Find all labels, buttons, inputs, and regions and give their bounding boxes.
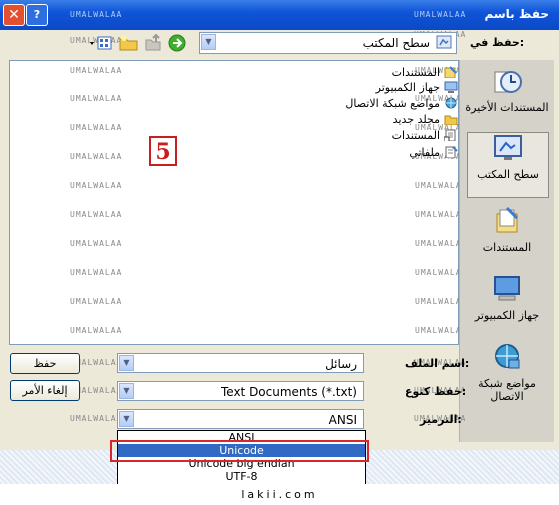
watermark: UMALWALAA: [70, 414, 123, 423]
watermark: UMALWALAA: [70, 181, 123, 190]
my-computer-icon: [494, 276, 520, 301]
save-in-value: سطح المكتب: [362, 36, 430, 50]
save-as-type-label: حفظ كنوع:: [405, 385, 467, 398]
footer-credit: lakii.com: [0, 484, 559, 505]
step-badge: 5: [149, 136, 177, 166]
place-my-documents[interactable]: المستندات: [460, 206, 554, 254]
desktop-icon: [436, 35, 452, 51]
watermark: UMALWALAA: [70, 94, 123, 103]
file-label: المستندات: [391, 129, 440, 142]
watermark: UMALWALAA: [70, 152, 123, 161]
list-item[interactable]: المستندات: [392, 129, 458, 142]
file-label: مواضع شبكة الاتصال: [345, 97, 440, 110]
place-label: مواضع شبكة الاتصال: [478, 377, 536, 403]
place-label: المستندات الأخيرة: [465, 101, 549, 114]
place-label: سطح المكتب: [477, 168, 539, 181]
file-list[interactable]: UMALWALAA UMALWALAA UMALWALAA UMALWALAA …: [9, 60, 466, 345]
watermark: UMALWALAA: [70, 268, 123, 277]
my-files-icon: [445, 146, 458, 158]
watermark: UMALWALAA: [414, 10, 467, 19]
list-item[interactable]: مواضع شبكة الاتصال: [345, 97, 458, 110]
file-label: ملفاتي: [409, 146, 440, 159]
watermark: UMALWALAA: [70, 326, 123, 335]
list-item[interactable]: المستندات: [392, 66, 458, 79]
watermark: UMALWALAA: [70, 123, 123, 132]
list-item[interactable]: مجلد جديد: [393, 113, 458, 126]
network-places-icon: [445, 97, 457, 109]
filename-label: اسم الملف:: [405, 357, 470, 370]
save-in-label: حفظ في:: [470, 36, 525, 49]
encoding-label: الترميز:: [420, 413, 462, 426]
watermark: UMALWALAA: [70, 297, 123, 306]
watermark: UMALWALAA: [70, 239, 123, 248]
place-desktop[interactable]: سطح المكتب: [467, 132, 549, 198]
places-bar: المستندات الأخيرة سطح المكتب المستندات ج…: [459, 60, 554, 442]
save-as-type-value: Text Documents (*.txt): [220, 385, 357, 399]
up-folder-icon[interactable]: [144, 33, 162, 52]
help-button[interactable]: ?: [26, 4, 48, 26]
selection-highlight-box: [110, 440, 369, 462]
views-menu-icon[interactable]: [89, 35, 113, 51]
place-recent-documents[interactable]: المستندات الأخيرة: [460, 66, 554, 114]
file-label: جهاز الكمبيوتر: [375, 81, 440, 94]
chevron-down-icon[interactable]: ▼: [119, 383, 134, 399]
encoding-option[interactable]: UTF-8: [118, 470, 365, 483]
file-label: المستندات: [391, 66, 440, 79]
file-label: مجلد جديد: [392, 113, 440, 126]
close-button[interactable]: ✕: [3, 4, 25, 26]
new-folder-icon[interactable]: [119, 34, 139, 52]
window-title: حفظ باسم: [484, 7, 549, 21]
folder-icon: [444, 115, 458, 125]
save-as-type-select[interactable]: ▼ Text Documents (*.txt): [117, 381, 364, 401]
documents-shortcut-icon: [444, 129, 456, 141]
desktop-icon: [494, 135, 522, 160]
save-as-dialog: ✕ ? UMALWALAA UMALWALAA حفظ باسم UMALWAL…: [0, 0, 559, 485]
watermark: UMALWALAA: [70, 210, 123, 219]
chevron-down-icon[interactable]: ▼: [201, 34, 216, 50]
filename-value: رسائل: [325, 357, 357, 371]
place-my-computer[interactable]: جهاز الكمبيوتر: [460, 274, 554, 322]
encoding-value: ANSI: [328, 413, 357, 427]
encoding-select[interactable]: ▼ ANSI: [117, 409, 364, 429]
documents-icon: [444, 66, 457, 78]
chevron-down-icon[interactable]: ▼: [119, 355, 134, 371]
place-network-places[interactable]: مواضع شبكة الاتصال: [460, 342, 554, 403]
watermark: UMALWALAA: [70, 10, 123, 19]
back-icon[interactable]: [168, 34, 186, 52]
place-label: المستندات: [482, 241, 532, 254]
list-item[interactable]: ملفاتي: [409, 146, 458, 159]
recent-documents-icon: [494, 71, 522, 93]
cancel-button[interactable]: إلغاء الأمر: [10, 380, 80, 401]
network-places-icon: [495, 344, 520, 369]
my-documents-icon: [496, 206, 519, 233]
chevron-down-icon[interactable]: ▼: [119, 411, 134, 427]
filename-input[interactable]: ▼ رسائل: [117, 353, 364, 373]
watermark: UMALWALAA: [70, 66, 123, 75]
computer-icon: [444, 81, 458, 93]
list-item[interactable]: جهاز الكمبيوتر: [376, 81, 458, 94]
place-label: جهاز الكمبيوتر: [474, 309, 540, 322]
title-bar: ✕ ? UMALWALAA UMALWALAA حفظ باسم: [0, 0, 559, 30]
save-button[interactable]: حفظ: [10, 353, 80, 374]
save-in-combo[interactable]: ▼ سطح المكتب: [199, 32, 457, 54]
